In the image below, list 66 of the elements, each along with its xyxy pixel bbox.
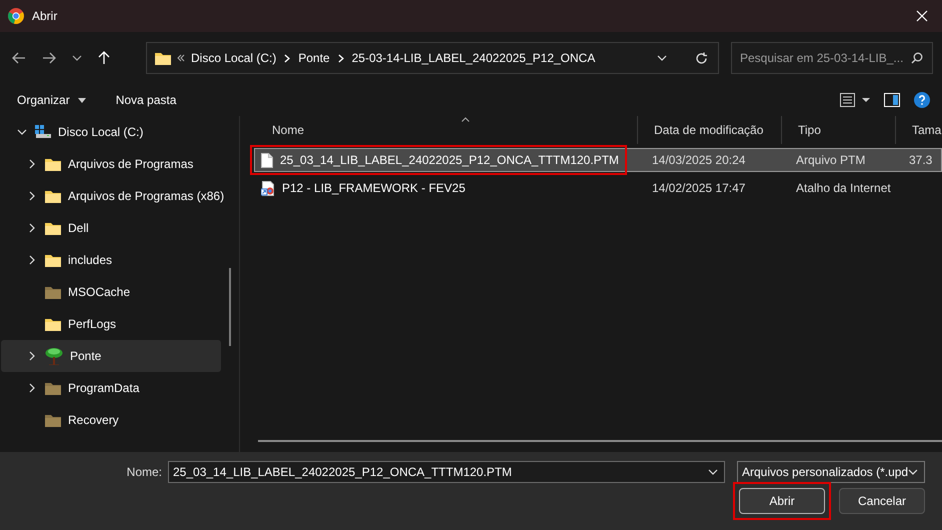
- column-header[interactable]: Nome: [272, 123, 304, 137]
- search-field[interactable]: Pesquisar em 25-03-14-LIB_...: [731, 42, 933, 74]
- type-cell-text: Atalho da Internet: [795, 181, 892, 195]
- organize-menu-button[interactable]: Organizar: [17, 89, 86, 111]
- chevron-right-icon[interactable]: [27, 223, 37, 233]
- sidebar-item[interactable]: includes: [1, 244, 221, 276]
- file-name: 25_03_14_LIB_LABEL_24022025_P12_ONCA_TTTM120.PTM: [280, 153, 619, 167]
- chevron-right-icon[interactable]: [27, 159, 37, 169]
- chevron-right-icon[interactable]: [284, 54, 290, 62]
- browser-logo-icon: [8, 8, 24, 24]
- chevron-down-icon[interactable]: [72, 55, 82, 61]
- column-header[interactable]: Tama: [912, 123, 942, 137]
- shortcut-icon: [261, 180, 275, 196]
- details-view-icon[interactable]: [840, 93, 870, 107]
- chevron-right-icon[interactable]: [27, 351, 37, 361]
- chevron-right-icon[interactable]: [27, 383, 37, 393]
- file-name-label: Nome:: [126, 465, 162, 479]
- new-folder-button[interactable]: Nova pasta: [116, 89, 176, 111]
- drive-icon: [35, 125, 51, 139]
- refresh-icon[interactable]: [695, 52, 708, 64]
- chevron-right-icon[interactable]: [27, 255, 37, 265]
- open-button[interactable]: Abrir: [739, 488, 825, 514]
- sidebar-item[interactable]: Arquivos de Programas: [1, 148, 221, 180]
- sidebar-item[interactable]: Ponte: [1, 340, 221, 372]
- double-chevron-icon[interactable]: [177, 54, 185, 62]
- file-row[interactable]: P12 - LIB_FRAMEWORK - FEV25 14/02/2025 17:47 Atalho da Internet: [254, 176, 942, 200]
- sidebar-item[interactable]: PerfLogs: [1, 308, 221, 340]
- chevron-right-icon[interactable]: [27, 191, 37, 201]
- scrollbar-thumb[interactable]: [229, 268, 231, 346]
- file-type-dropdown[interactable]: Arquivos personalizados (*.upd: [737, 461, 925, 483]
- back-arrow-icon[interactable]: [12, 52, 26, 64]
- folder-icon: [155, 51, 171, 65]
- date-cell-text: 14/03/2025 20:24: [651, 153, 746, 167]
- file-name: P12 - LIB_FRAMEWORK - FEV25: [282, 181, 466, 195]
- up-arrow-icon[interactable]: [98, 51, 110, 65]
- sidebar-item[interactable]: Arquivos de Programas (x86): [1, 180, 221, 212]
- column-header[interactable]: Tipo: [798, 123, 821, 137]
- file-name-field[interactable]: 25_03_14_LIB_LABEL_24022025_P12_ONCA_TTTM120.PTM: [168, 461, 725, 483]
- close-icon[interactable]: [916, 10, 928, 22]
- scrollbar-thumb[interactable]: [258, 440, 942, 442]
- preview-pane-icon[interactable]: [884, 93, 900, 107]
- sidebar-item[interactable]: Dell: [1, 212, 221, 244]
- tree-icon: [45, 347, 63, 365]
- document-icon: [261, 152, 273, 168]
- type-cell-text: Arquivo PTM: [795, 153, 866, 167]
- window-title: Abrir: [32, 9, 58, 23]
- forward-arrow-icon[interactable]: [42, 52, 56, 64]
- sidebar-item[interactable]: Recovery: [1, 404, 221, 436]
- breadcrumb[interactable]: 25-03-14-LIB_LABEL_24022025_P12_ONCA: [352, 51, 596, 65]
- chevron-right-icon[interactable]: [338, 54, 344, 62]
- chevron-down-icon[interactable]: [908, 467, 918, 477]
- sidebar-item[interactable]: Disco Local (C:): [1, 116, 221, 148]
- breadcrumb[interactable]: Ponte: [298, 51, 330, 65]
- chevron-down-icon[interactable]: [17, 127, 27, 137]
- caret-icon: [78, 98, 86, 102]
- breadcrumb[interactable]: Disco Local (C:): [191, 51, 276, 65]
- address-bar[interactable]: Disco Local (C:) Ponte 25-03-14-LIB_LABEL_24022025_P12_ONCA: [146, 42, 719, 74]
- column-header[interactable]: Data de modificação: [654, 123, 764, 137]
- cancel-button[interactable]: Cancelar: [839, 488, 925, 514]
- date-cell-text: 14/02/2025 17:47: [651, 181, 746, 195]
- sidebar-item[interactable]: ProgramData: [1, 372, 221, 404]
- search-icon: [911, 52, 923, 64]
- chevron-down-icon[interactable]: [708, 467, 718, 477]
- size-cell-text: 37.3: [908, 153, 934, 167]
- sidebar-item[interactable]: MSOCache: [1, 276, 221, 308]
- help-icon[interactable]: [914, 92, 930, 108]
